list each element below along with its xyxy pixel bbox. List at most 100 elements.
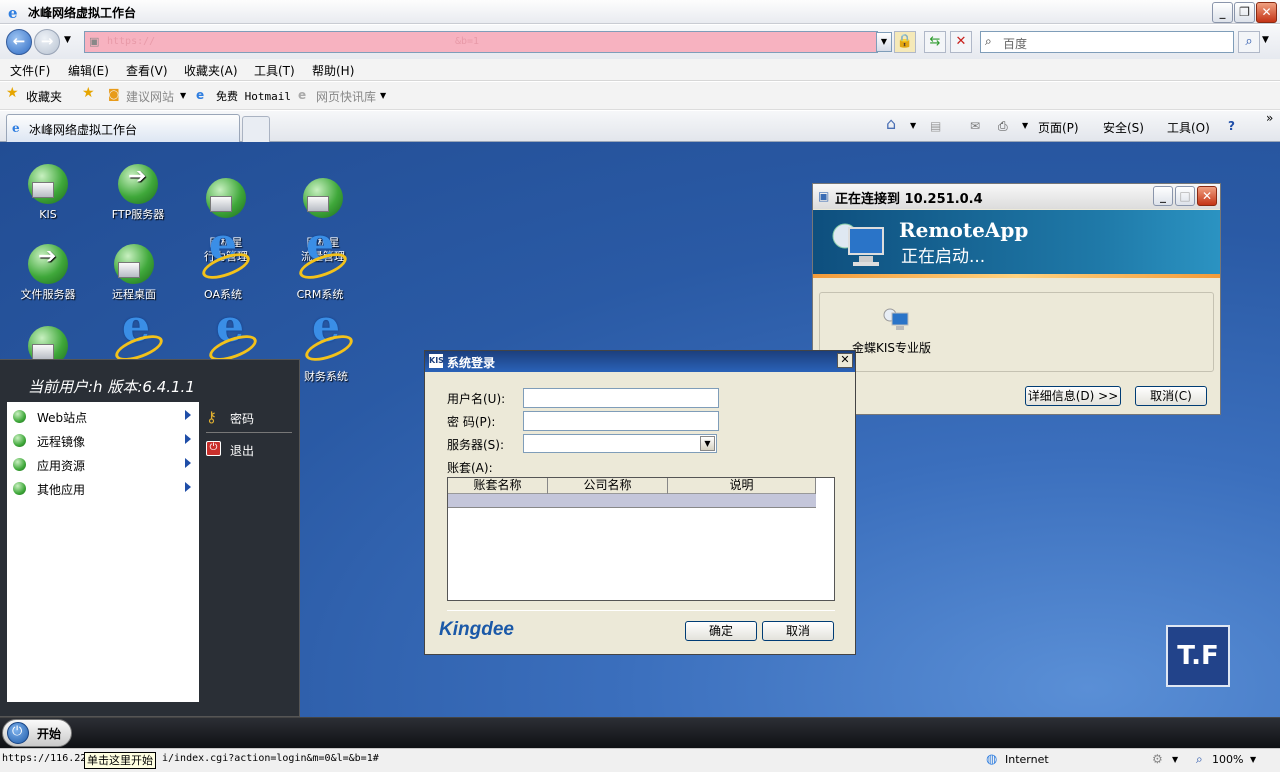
more-commands-icon[interactable]: » xyxy=(1266,111,1273,125)
title-bar: e 冰峰网络虚拟工作台 _ ❐ ✕ xyxy=(0,0,1280,24)
column-header[interactable]: 账套名称 xyxy=(448,478,548,494)
menu-edit[interactable]: 编辑(E) xyxy=(68,62,109,79)
start-item-logout[interactable]: ⏻ 退出 xyxy=(206,438,296,462)
history-dropdown-icon[interactable]: ▼ xyxy=(64,35,71,45)
webslice-dropdown-icon[interactable]: ▼ xyxy=(380,91,386,100)
remoteapp-minimize-button[interactable]: _ xyxy=(1153,186,1173,206)
suggested-sites-link[interactable]: 建议网站 xyxy=(126,88,174,105)
print-icon[interactable]: ⎙ xyxy=(998,119,1008,134)
globe-icon xyxy=(13,458,26,471)
ie-icon xyxy=(306,320,346,366)
menu-favorites[interactable]: 收藏夹(A) xyxy=(184,62,238,79)
feeds-icon[interactable]: ▤ xyxy=(930,119,941,133)
details-button[interactable]: 详细信息(D) >> xyxy=(1025,386,1121,406)
refresh-icon[interactable]: ⇆ xyxy=(924,31,946,53)
protected-mode-icon[interactable]: ⚙ xyxy=(1152,752,1163,766)
close-button[interactable]: ✕ xyxy=(1256,2,1277,23)
account-table[interactable]: 账套名称 公司名称 说明 xyxy=(447,477,835,601)
zoom-dropdown-icon[interactable]: ▼ xyxy=(1250,755,1256,764)
add-favorite-icon[interactable]: ★ xyxy=(82,85,95,101)
password-input[interactable] xyxy=(523,411,719,431)
page-menu[interactable]: 页面(P) xyxy=(1038,119,1079,136)
favorites-button[interactable]: 收藏夹 xyxy=(26,88,62,105)
suggested-sites-dropdown-icon[interactable]: ▼ xyxy=(180,91,186,100)
remoteapp-program-box: 金蝶KIS专业版 xyxy=(819,292,1214,372)
login-cancel-button[interactable]: 取消 xyxy=(762,621,834,641)
remoteapp-title-bar: ▣ 正在连接到 10.251.0.4 _ □ ✕ xyxy=(813,184,1220,209)
mail-icon[interactable]: ✉ xyxy=(970,119,980,133)
remoteapp-cancel-button[interactable]: 取消(C) xyxy=(1135,386,1207,406)
menu-bar: 文件(F) 编辑(E) 查看(V) 收藏夹(A) 工具(T) 帮助(H) xyxy=(0,59,1280,81)
remoteapp-close-button[interactable]: ✕ xyxy=(1197,186,1217,206)
tab-workbench[interactable]: e 冰峰网络虚拟工作台 xyxy=(6,114,240,142)
start-item-remote-mirror[interactable]: 远程镜像 xyxy=(7,428,199,452)
search-input[interactable]: ⌕ 百度 xyxy=(980,31,1234,53)
table-row[interactable] xyxy=(448,494,816,508)
menu-view[interactable]: 查看(V) xyxy=(126,62,168,79)
protected-mode-dropdown-icon[interactable]: ▼ xyxy=(1172,755,1178,764)
menu-file[interactable]: 文件(F) xyxy=(10,62,50,79)
svg-text:e: e xyxy=(8,4,18,20)
start-item-app-resources[interactable]: 应用资源 xyxy=(7,452,199,476)
desktop-icon-file-server[interactable]: 文件服务器 xyxy=(8,244,88,302)
start-item-web-sites[interactable]: Web站点 xyxy=(7,404,199,428)
chevron-down-icon[interactable]: ▼ xyxy=(700,436,715,451)
stop-icon[interactable]: ✕ xyxy=(950,31,972,53)
login-ok-button[interactable]: 确定 xyxy=(685,621,757,641)
remoteapp-program-name: 金蝶KIS专业版 xyxy=(852,341,932,355)
lock-icon[interactable]: 🔒 xyxy=(894,31,916,53)
home-dropdown-icon[interactable]: ▼ xyxy=(910,121,916,130)
desktop-icon-label: KIS xyxy=(39,208,57,221)
window-title: 冰峰网络虚拟工作台 xyxy=(28,6,137,20)
desktop-icon-remote-desktop[interactable]: 远程桌面 xyxy=(94,244,174,302)
new-tab-button[interactable] xyxy=(242,116,270,142)
username-input[interactable] xyxy=(523,388,719,408)
menu-help[interactable]: 帮助(H) xyxy=(312,62,354,79)
search-placeholder: 百度 xyxy=(1003,37,1028,51)
address-dropdown[interactable]: ▼ xyxy=(876,32,892,52)
start-button[interactable]: 开始 xyxy=(2,719,72,747)
zoom-icon[interactable]: ⌕ xyxy=(1196,752,1203,767)
menu-tools[interactable]: 工具(T) xyxy=(254,62,295,79)
desktop-icon-kis[interactable]: KIS xyxy=(8,164,88,222)
remoteapp-title: 正在连接到 10.251.0.4 xyxy=(835,192,983,207)
remoteapp-window: ▣ 正在连接到 10.251.0.4 _ □ ✕ RemoteApp 正在启动.… xyxy=(812,183,1221,415)
maximize-button[interactable]: ❐ xyxy=(1234,2,1255,23)
url-prefix: https:// xyxy=(107,36,156,47)
column-header[interactable]: 公司名称 xyxy=(548,478,668,494)
search-go-icon[interactable]: ⌕ xyxy=(1238,31,1260,53)
print-dropdown-icon[interactable]: ▼ xyxy=(1022,121,1028,130)
start-item-label: Web站点 xyxy=(37,411,88,425)
submenu-arrow-icon xyxy=(185,482,191,492)
desktop-icon-crm[interactable]: CRM系统 xyxy=(280,238,360,302)
desktop-icon-oa[interactable]: OA系统 xyxy=(183,238,263,302)
tab-title: 冰峰网络虚拟工作台 xyxy=(29,123,138,137)
server-globe-icon xyxy=(303,178,343,218)
help-icon[interactable]: ? xyxy=(1228,119,1235,133)
search-icon: ⌕ xyxy=(985,34,992,48)
search-options-icon[interactable]: ▼ xyxy=(1262,35,1269,45)
remoteapp-brand: RemoteApp xyxy=(899,218,1029,242)
tab-bar: e 冰峰网络虚拟工作台 ⌂ ▼ ▤ ✉ ⎙ ▼ 页面(P) 安全(S) 工具(O… xyxy=(0,111,1280,142)
minimize-button[interactable]: _ xyxy=(1212,2,1233,23)
start-item-password[interactable]: ⚷ 密码 xyxy=(206,406,296,430)
tf-logo[interactable]: T.F xyxy=(1166,625,1230,687)
safety-menu[interactable]: 安全(S) xyxy=(1103,119,1144,136)
home-icon[interactable]: ⌂ xyxy=(886,114,896,133)
back-button[interactable]: ← xyxy=(6,29,32,55)
server-globe-icon xyxy=(206,178,246,218)
zoom-level[interactable]: 100% xyxy=(1212,753,1243,766)
webslice-gallery-link[interactable]: 网页快讯库 xyxy=(316,88,376,105)
tools-menu[interactable]: 工具(O) xyxy=(1167,119,1210,136)
server-globe-icon xyxy=(28,164,68,204)
hotmail-link[interactable]: 免费 Hotmail xyxy=(216,88,291,104)
forward-button[interactable]: → xyxy=(34,29,60,55)
submenu-arrow-icon xyxy=(185,410,191,420)
address-input[interactable]: ▣ https:// &b=1 xyxy=(84,31,878,53)
start-item-label: 其他应用 xyxy=(37,483,86,497)
column-header[interactable]: 说明 xyxy=(668,478,816,494)
server-select[interactable]: ▼ xyxy=(523,434,717,453)
login-close-button[interactable]: ✕ xyxy=(837,353,853,368)
start-item-other-apps[interactable]: 其他应用 xyxy=(7,476,199,500)
desktop-icon-ftp[interactable]: FTP服务器 xyxy=(98,164,178,222)
